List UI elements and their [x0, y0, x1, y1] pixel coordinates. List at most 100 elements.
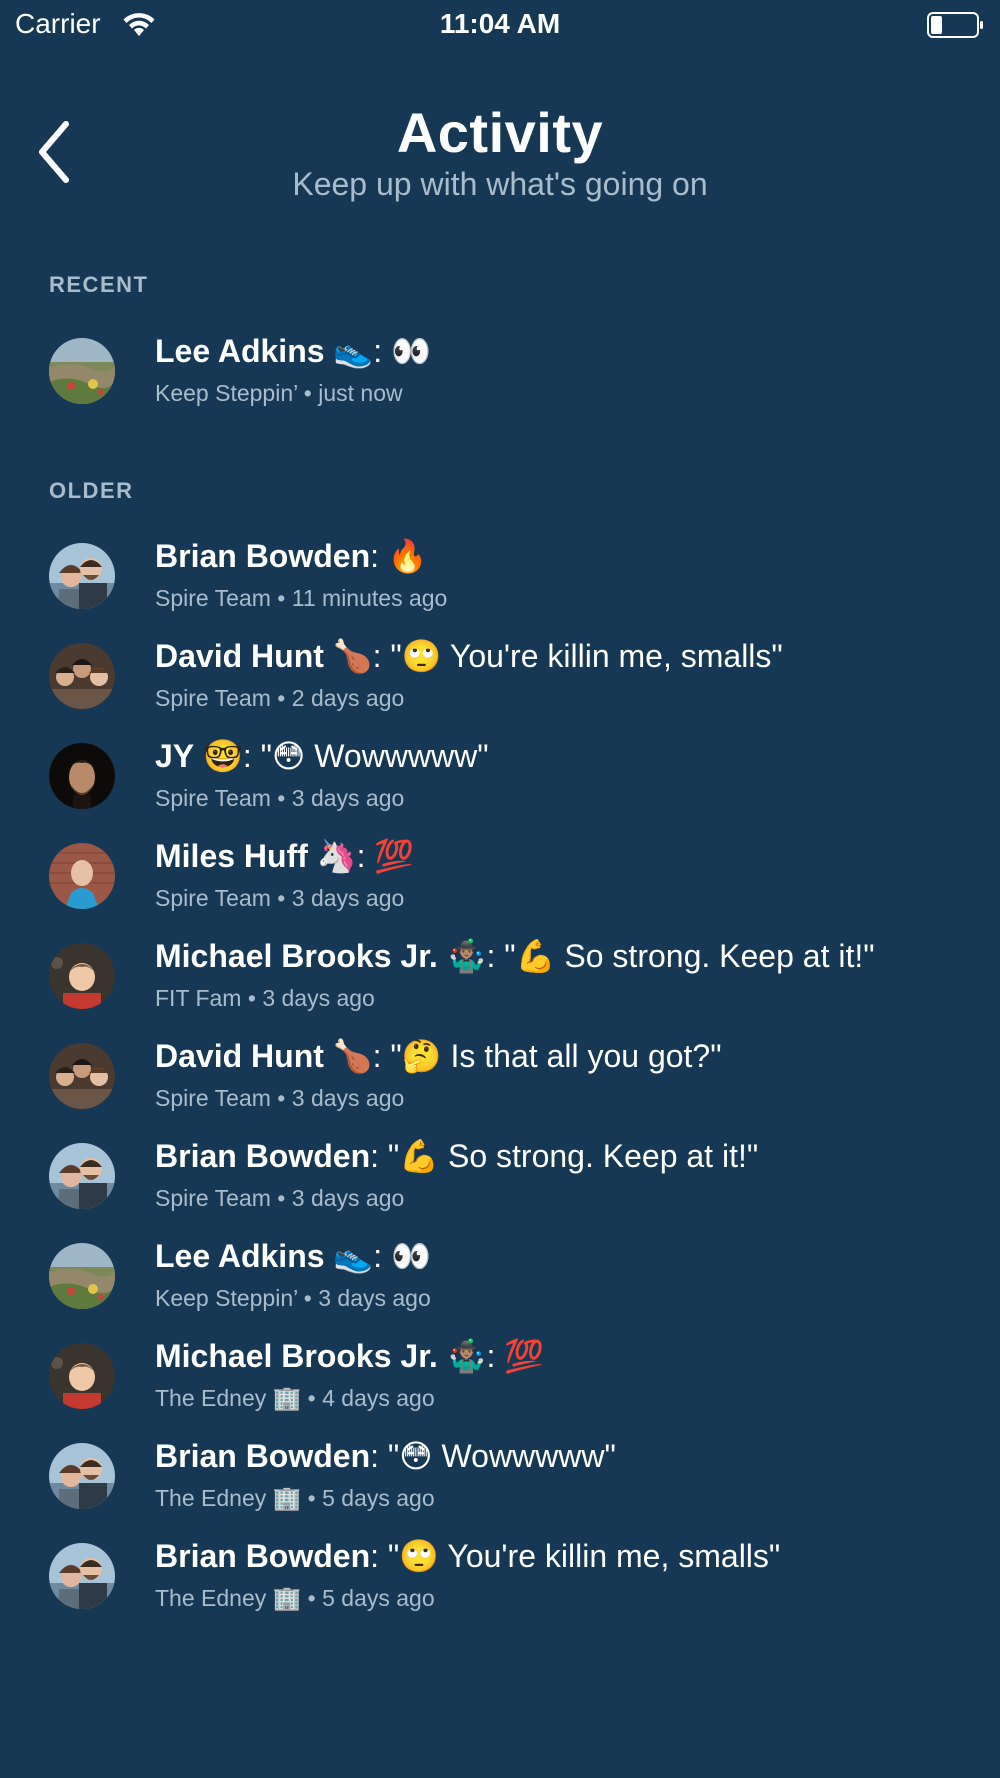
user-status-emoji: 🍗: [332, 637, 373, 675]
activity-meta: Spire Team • 3 days ago: [155, 885, 404, 912]
avatar: [49, 1043, 115, 1109]
activity-message: "😳 Wowwwww": [260, 738, 489, 774]
activity-message: "💪 So strong. Keep at it!": [504, 938, 875, 974]
title-separator: :: [356, 838, 375, 874]
user-name: Brian Bowden: [155, 1538, 371, 1574]
user-status-emoji: 👟: [333, 1237, 374, 1275]
activity-message: 💯: [374, 838, 415, 874]
activity-message: "🤔 Is that all you got?": [390, 1038, 722, 1074]
user-status-emoji: 🤓: [203, 737, 243, 775]
page-title: Activity: [396, 101, 604, 164]
activity-title: Brian Bowden: 🔥: [155, 537, 428, 575]
user-name: David Hunt: [155, 638, 324, 674]
group-name: Spire Team: [155, 585, 271, 611]
title-separator: :: [373, 1238, 392, 1274]
timestamp: 2 days ago: [291, 685, 405, 711]
activity-item[interactable]: Brian Bowden: "🙄 You're killin me, small…: [0, 1538, 1000, 1643]
activity-meta: Keep Steppin’ • just now: [155, 380, 403, 407]
user-name: Michael Brooks Jr.: [155, 938, 438, 974]
timestamp: 3 days ago: [291, 1085, 405, 1111]
activity-meta: Spire Team • 3 days ago: [155, 1085, 404, 1112]
activity-item[interactable]: Brian Bowden: "💪 So strong. Keep at it!"…: [0, 1138, 1000, 1243]
meta-dot-separator: •: [301, 1585, 323, 1611]
group-name: Spire Team: [155, 1085, 271, 1111]
title-separator: :: [372, 1038, 391, 1074]
activity-item[interactable]: Lee Adkins 👟: 👀 Keep Steppin’ • just now: [0, 332, 1000, 438]
group-name: Spire Team: [155, 685, 271, 711]
meta-dot-separator: •: [270, 1085, 292, 1111]
activity-meta: FIT Fam • 3 days ago: [155, 985, 375, 1012]
user-status-emoji: 🍗: [332, 1037, 373, 1075]
activity-meta: The Edney 🏢 • 5 days ago: [155, 1585, 435, 1612]
group-name: The Edney 🏢: [155, 1485, 302, 1511]
activity-meta: The Edney 🏢 • 5 days ago: [155, 1485, 435, 1512]
meta-dot-separator: •: [270, 885, 292, 911]
group-name: Spire Team: [155, 1185, 271, 1211]
meta-dot-separator: •: [301, 1385, 323, 1411]
user-name: Lee Adkins: [155, 1238, 325, 1274]
activity-message: "🙄 You're killin me, smalls": [387, 1538, 781, 1574]
activity-title: Brian Bowden: "😳 Wowwwww": [155, 1437, 616, 1475]
activity-title: Brian Bowden: "💪 So strong. Keep at it!": [155, 1137, 758, 1175]
title-separator: :: [370, 538, 388, 574]
user-status-emoji: 🤹🏽‍♂️: [446, 1337, 487, 1375]
activity-item[interactable]: David Hunt 🍗: "🤔 Is that all you got?" Sp…: [0, 1037, 1000, 1143]
timestamp: 3 days ago: [291, 785, 405, 811]
avatar: [49, 643, 115, 709]
activity-meta: The Edney 🏢 • 4 days ago: [155, 1385, 435, 1412]
title-separator: :: [370, 1438, 388, 1474]
group-name: The Edney 🏢: [155, 1585, 302, 1611]
activity-meta: Spire Team • 3 days ago: [155, 1185, 404, 1212]
activity-item[interactable]: Lee Adkins 👟: 👀 Keep Steppin’ • 3 days ag…: [0, 1237, 1000, 1343]
avatar: [49, 543, 115, 609]
activity-title: Michael Brooks Jr. 🤹🏽‍♂️: "💪 So strong. …: [155, 937, 875, 975]
title-separator: :: [372, 638, 391, 674]
user-name: David Hunt: [155, 1038, 324, 1074]
avatar: [49, 843, 115, 909]
avatar: [49, 743, 115, 809]
activity-title: David Hunt 🍗: "🤔 Is that all you got?": [155, 1037, 722, 1075]
avatar: [49, 1143, 115, 1209]
timestamp: 4 days ago: [322, 1385, 435, 1411]
user-name: JY: [155, 738, 195, 774]
activity-message: 👀: [391, 1238, 431, 1274]
group-name: Keep Steppin’: [155, 1285, 298, 1311]
meta-dot-separator: •: [297, 380, 319, 406]
group-name: Keep Steppin’: [155, 380, 298, 406]
activity-item[interactable]: Michael Brooks Jr. 🤹🏽‍♂️: "💪 So strong. …: [0, 937, 1000, 1043]
user-name: Lee Adkins: [155, 333, 325, 369]
activity-message: 💯: [504, 1338, 545, 1374]
activity-meta: Spire Team • 11 minutes ago: [155, 585, 447, 612]
activity-item[interactable]: Michael Brooks Jr. 🤹🏽‍♂️: 💯 The Edney 🏢 •…: [0, 1337, 1000, 1443]
meta-dot-separator: •: [297, 1285, 319, 1311]
activity-item[interactable]: JY 🤓: "😳 Wowwwww" Spire Team • 3 days ago: [0, 737, 1000, 843]
group-name: Spire Team: [155, 885, 271, 911]
timestamp: 5 days ago: [322, 1485, 435, 1511]
activity-message: "🙄 You're killin me, smalls": [390, 638, 783, 674]
battery-icon: [927, 12, 985, 38]
group-name: FIT Fam: [155, 985, 242, 1011]
avatar: [49, 943, 115, 1009]
avatar: [49, 338, 115, 404]
title-separator: :: [370, 1138, 388, 1174]
title-separator: :: [486, 1338, 505, 1374]
activity-item[interactable]: Miles Huff 🦄: 💯 Spire Team • 3 days ago: [0, 837, 1000, 943]
activity-message: 👀: [391, 333, 431, 369]
title-separator: :: [370, 1538, 388, 1574]
timestamp: 11 minutes ago: [291, 585, 448, 611]
user-name: Brian Bowden: [155, 538, 371, 574]
activity-title: David Hunt 🍗: "🙄 You're killin me, small…: [155, 637, 783, 675]
activity-item[interactable]: David Hunt 🍗: "🙄 You're killin me, small…: [0, 637, 1000, 743]
activity-title: Michael Brooks Jr. 🤹🏽‍♂️: 💯: [155, 1337, 544, 1375]
activity-item[interactable]: Brian Bowden: 🔥 Spire Team • 11 minutes a…: [0, 538, 1000, 643]
title-separator: :: [373, 333, 392, 369]
meta-dot-separator: •: [301, 1485, 323, 1511]
activity-title: Lee Adkins 👟: 👀: [155, 1237, 431, 1275]
activity-item[interactable]: Brian Bowden: "😳 Wowwwww" The Edney 🏢 • 5…: [0, 1438, 1000, 1543]
activity-message: "😳 Wowwwww": [387, 1438, 616, 1474]
user-name: Miles Huff: [155, 838, 308, 874]
activity-title: Lee Adkins 👟: 👀: [155, 332, 431, 370]
meta-dot-separator: •: [270, 585, 292, 611]
title-separator: :: [486, 938, 505, 974]
timestamp: 3 days ago: [291, 885, 405, 911]
